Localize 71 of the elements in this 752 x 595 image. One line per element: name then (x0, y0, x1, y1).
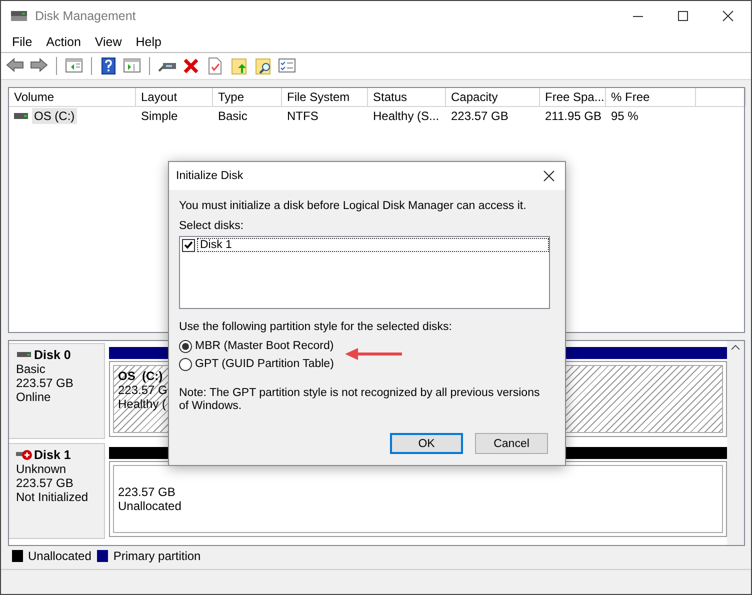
radio-button[interactable] (179, 340, 192, 352)
legend-label: Primary partition (113, 549, 201, 564)
partition-detail: 223.57 GB (118, 485, 176, 500)
table-cell: Healthy (S... (373, 109, 440, 124)
partition-detail: 223.57 G (118, 383, 168, 398)
dialog-title: Initialize Disk (176, 170, 244, 182)
folder-up-icon[interactable] (230, 56, 248, 75)
drive-icon (14, 112, 28, 120)
dialog-button[interactable]: Cancel (475, 433, 548, 454)
delete-icon[interactable] (182, 56, 200, 75)
instruction-text: You must initialize a disk before Logical Disk Manager can access it. (179, 200, 528, 212)
radio-label[interactable]: GPT (GUID Partition Table) (195, 358, 334, 370)
disk-detail: 223.57 GB (16, 376, 74, 390)
arrow-drawing (345, 348, 402, 360)
disk-name: Disk 0 (34, 348, 71, 362)
partition-detail: Healthy ( (118, 397, 166, 412)
table-cell: 211.95 GB (545, 109, 602, 124)
select-disks-label: Select disks: (179, 220, 245, 232)
table-cell: NTFS (287, 109, 318, 124)
note-text: Note: The GPT partition style is not recognized by all previous versions of Windows. (179, 387, 541, 413)
checkbox[interactable] (182, 238, 195, 252)
window-title: Disk Management (35, 9, 137, 24)
disk-info-panel[interactable]: Disk 1 Unknown 223.57 GB Not Initialized (9, 443, 105, 540)
checklist-icon[interactable] (278, 56, 296, 75)
scrollbar[interactable] (727, 341, 744, 546)
table-cell: 223.57 GB (451, 109, 508, 124)
disk-list-item[interactable]: Disk 1 (197, 238, 549, 252)
menu-item[interactable]: File (5, 34, 40, 49)
document-check-icon[interactable] (206, 56, 224, 75)
disk-detail: Basic (16, 362, 46, 376)
partition-style-label: Use the following partition style for the selected disks: (179, 321, 453, 333)
menu-item[interactable]: Action (39, 34, 88, 49)
folder-search-icon[interactable] (254, 56, 272, 75)
table-cell: 95 % (611, 109, 638, 124)
column-header[interactable]: Free Spa... (540, 88, 606, 106)
disk-name: Disk 1 (34, 448, 71, 462)
forward-arrow-icon[interactable] (30, 56, 48, 75)
menu-item[interactable]: View (88, 34, 129, 49)
close-icon[interactable] (543, 170, 555, 182)
disk-detail: Online (16, 390, 52, 404)
back-arrow-icon[interactable] (6, 56, 24, 75)
column-header[interactable]: File System (282, 88, 368, 106)
disk-detail: Unknown (16, 462, 68, 476)
maximize-icon[interactable] (677, 10, 689, 22)
legend-label: Unallocated (28, 549, 92, 564)
panel-icon[interactable] (123, 56, 141, 75)
radio-button[interactable] (179, 358, 192, 370)
checkmark-icon (184, 241, 193, 249)
column-header[interactable]: Layout (136, 88, 213, 106)
menu-item[interactable]: Help (128, 34, 168, 49)
column-header[interactable]: Capacity (446, 88, 540, 106)
app-drive-icon (10, 9, 28, 24)
radio-label[interactable]: MBR (Master Boot Record) (195, 340, 334, 352)
partition-label: OS (C:) (118, 369, 163, 384)
column-header[interactable]: Status (368, 88, 446, 106)
close-icon[interactable] (722, 10, 734, 22)
disk-detail: Not Initialized (16, 490, 90, 504)
column-header[interactable]: Volume (9, 88, 136, 106)
table-cell: Basic (218, 109, 248, 124)
disk-info-panel[interactable]: Disk 0 Basic 223.57 GB Online (9, 343, 105, 440)
partition-detail: Unallocated (118, 499, 182, 514)
disk-list[interactable]: Disk 1 (179, 236, 550, 309)
help-icon[interactable] (100, 56, 117, 75)
panel-icon[interactable] (65, 56, 83, 75)
dialog-button[interactable]: OK (390, 433, 463, 454)
disk-detail: 223.57 GB (16, 476, 74, 490)
scroll-up-icon[interactable] (731, 345, 740, 350)
table-cell[interactable]: OS (C:) (32, 108, 77, 124)
table-cell: Simple (141, 109, 178, 124)
column-header[interactable]: Type (213, 88, 282, 106)
column-header[interactable]: % Free (606, 88, 696, 106)
